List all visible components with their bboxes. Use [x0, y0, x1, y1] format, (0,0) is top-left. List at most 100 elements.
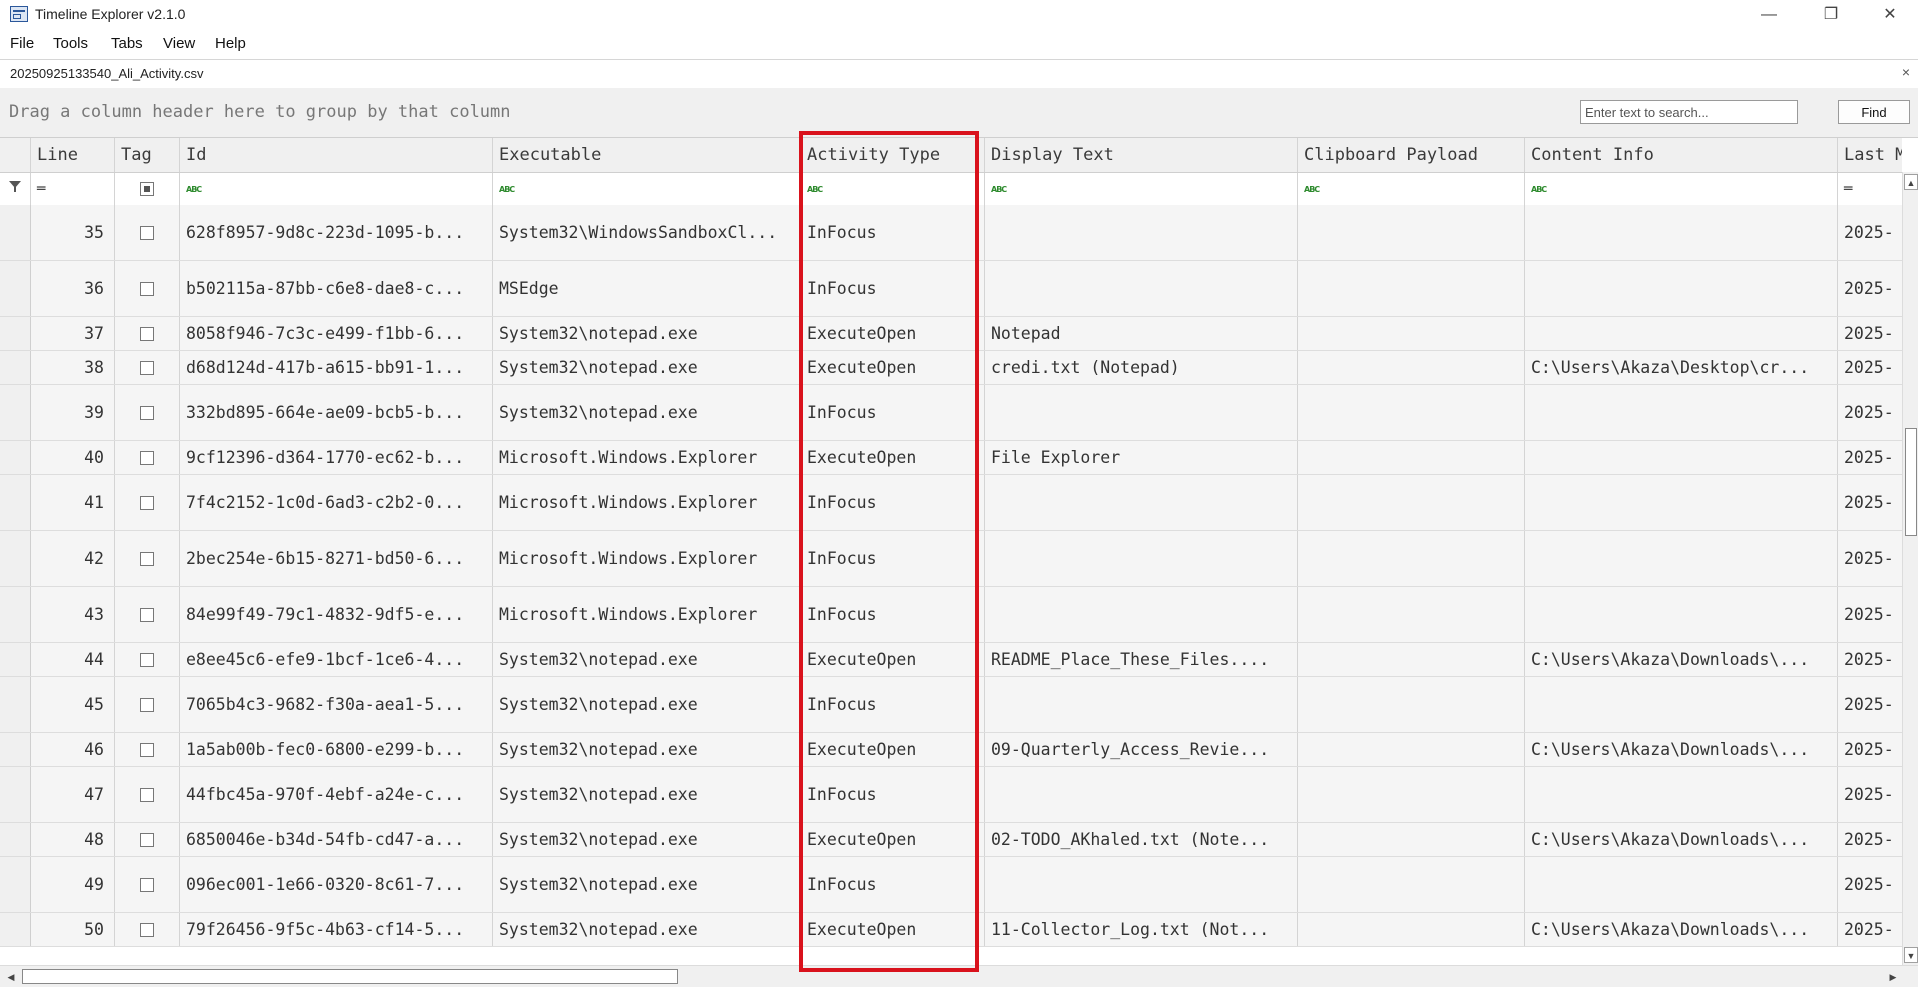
- row-indicator[interactable]: [0, 317, 31, 350]
- horizontal-scroll-thumb[interactable]: [22, 969, 678, 984]
- cell-clipboard-payload[interactable]: [1298, 677, 1525, 732]
- cell-tag[interactable]: [115, 351, 180, 384]
- cell-tag[interactable]: [115, 317, 180, 350]
- tag-checkbox[interactable]: [140, 787, 154, 802]
- filter-row-indicator[interactable]: [0, 173, 31, 205]
- table-row[interactable]: 48 6850046e-b34d-54fb-cd47-a... System32\n…: [0, 823, 1902, 857]
- cell-clipboard-payload[interactable]: [1298, 475, 1525, 530]
- cell-id[interactable]: 9cf12396-d364-1770-ec62-b...: [180, 441, 493, 474]
- cell-display-text[interactable]: [985, 261, 1298, 316]
- cell-activity-type[interactable]: InFocus: [801, 767, 985, 822]
- table-row[interactable]: 40 9cf12396-d364-1770-ec62-b... Microsoft.…: [0, 441, 1902, 475]
- cell-line[interactable]: 39: [31, 385, 115, 440]
- menu-file[interactable]: File: [10, 35, 34, 52]
- tag-checkbox[interactable]: [140, 225, 154, 240]
- cell-content-info[interactable]: C:\Users\Akaza\Downloads\...: [1525, 733, 1838, 766]
- cell-tag[interactable]: [115, 677, 180, 732]
- file-tab[interactable]: 20250925133540_Ali_Activity.csv: [10, 66, 203, 81]
- cell-content-info[interactable]: [1525, 205, 1838, 260]
- cell-line[interactable]: 45: [31, 677, 115, 732]
- cell-content-info[interactable]: C:\Users\Akaza\Downloads\...: [1525, 643, 1838, 676]
- scroll-up-icon[interactable]: ▲: [1904, 174, 1918, 190]
- cell-clipboard-payload[interactable]: [1298, 531, 1525, 586]
- cell-last-modified[interactable]: 2025-: [1838, 733, 1902, 766]
- cell-last-modified[interactable]: 2025-: [1838, 677, 1902, 732]
- cell-display-text[interactable]: credi.txt (Notepad): [985, 351, 1298, 384]
- table-row[interactable]: 36 b502115a-87bb-c6e8-dae8-c... MSEdge InFo…: [0, 261, 1902, 317]
- cell-tag[interactable]: [115, 857, 180, 912]
- cell-last-modified[interactable]: 2025-: [1838, 823, 1902, 856]
- cell-line[interactable]: 35: [31, 205, 115, 260]
- table-row[interactable]: 37 8058f946-7c3c-e499-f1bb-6... System32\n…: [0, 317, 1902, 351]
- row-indicator[interactable]: [0, 475, 31, 530]
- column-header-executable[interactable]: Executable: [493, 138, 801, 172]
- tag-checkbox[interactable]: [140, 360, 154, 375]
- cell-content-info[interactable]: [1525, 317, 1838, 350]
- cell-activity-type[interactable]: InFocus: [801, 587, 985, 642]
- cell-tag[interactable]: [115, 767, 180, 822]
- cell-last-modified[interactable]: 2025-: [1838, 857, 1902, 912]
- cell-id[interactable]: 7065b4c3-9682-f30a-aea1-5...: [180, 677, 493, 732]
- row-indicator[interactable]: [0, 733, 31, 766]
- scroll-right-icon[interactable]: ▶: [1886, 969, 1900, 985]
- cell-tag[interactable]: [115, 205, 180, 260]
- cell-clipboard-payload[interactable]: [1298, 823, 1525, 856]
- cell-activity-type[interactable]: InFocus: [801, 385, 985, 440]
- tag-checkbox[interactable]: [140, 652, 154, 667]
- scroll-down-icon[interactable]: ▼: [1904, 947, 1918, 963]
- table-row[interactable]: 49 096ec001-1e66-0320-8c61-7... System32\n…: [0, 857, 1902, 913]
- cell-activity-type[interactable]: InFocus: [801, 677, 985, 732]
- find-button[interactable]: Find: [1838, 100, 1910, 124]
- cell-display-text[interactable]: 09-Quarterly_Access_Revie...: [985, 733, 1298, 766]
- cell-last-modified[interactable]: 2025-: [1838, 317, 1902, 350]
- cell-tag[interactable]: [115, 475, 180, 530]
- column-header-content-info[interactable]: Content Info: [1525, 138, 1838, 172]
- cell-tag[interactable]: [115, 823, 180, 856]
- cell-id[interactable]: 2bec254e-6b15-8271-bd50-6...: [180, 531, 493, 586]
- column-header-tag[interactable]: Tag: [115, 138, 180, 172]
- filter-cell-last-modified[interactable]: ═: [1838, 173, 1902, 205]
- cell-last-modified[interactable]: 2025-: [1838, 385, 1902, 440]
- cell-content-info[interactable]: C:\Users\Akaza\Desktop\cr...: [1525, 351, 1838, 384]
- tab-close-icon[interactable]: ×: [1902, 64, 1910, 80]
- cell-clipboard-payload[interactable]: [1298, 205, 1525, 260]
- cell-executable[interactable]: Microsoft.Windows.Explorer: [493, 587, 801, 642]
- cell-line[interactable]: 42: [31, 531, 115, 586]
- cell-clipboard-payload[interactable]: [1298, 733, 1525, 766]
- cell-display-text[interactable]: File Explorer: [985, 441, 1298, 474]
- cell-line[interactable]: 37: [31, 317, 115, 350]
- menu-view[interactable]: View: [163, 35, 195, 52]
- table-row[interactable]: 39 332bd895-664e-ae09-bcb5-b... System32\n…: [0, 385, 1902, 441]
- cell-display-text[interactable]: [985, 531, 1298, 586]
- group-panel[interactable]: Drag a column header here to group by th…: [0, 88, 1918, 138]
- cell-line[interactable]: 36: [31, 261, 115, 316]
- cell-activity-type[interactable]: ExecuteOpen: [801, 351, 985, 384]
- cell-content-info[interactable]: C:\Users\Akaza\Downloads\...: [1525, 823, 1838, 856]
- row-indicator[interactable]: [0, 261, 31, 316]
- cell-line[interactable]: 44: [31, 643, 115, 676]
- cell-content-info[interactable]: [1525, 677, 1838, 732]
- cell-activity-type[interactable]: InFocus: [801, 475, 985, 530]
- cell-tag[interactable]: [115, 531, 180, 586]
- tag-checkbox[interactable]: [140, 551, 154, 566]
- cell-clipboard-payload[interactable]: [1298, 857, 1525, 912]
- row-indicator[interactable]: [0, 643, 31, 676]
- close-button[interactable]: ✕: [1862, 0, 1918, 30]
- cell-content-info[interactable]: [1525, 475, 1838, 530]
- cell-line[interactable]: 43: [31, 587, 115, 642]
- scroll-left-icon[interactable]: ◀: [4, 969, 18, 985]
- vertical-scroll-thumb[interactable]: [1905, 428, 1917, 536]
- cell-activity-type[interactable]: InFocus: [801, 857, 985, 912]
- cell-content-info[interactable]: C:\Users\Akaza\Downloads\...: [1525, 913, 1838, 946]
- cell-content-info[interactable]: [1525, 441, 1838, 474]
- cell-id[interactable]: b502115a-87bb-c6e8-dae8-c...: [180, 261, 493, 316]
- cell-display-text[interactable]: [985, 857, 1298, 912]
- cell-id[interactable]: 1a5ab00b-fec0-6800-e299-b...: [180, 733, 493, 766]
- cell-display-text[interactable]: [985, 677, 1298, 732]
- cell-line[interactable]: 49: [31, 857, 115, 912]
- cell-clipboard-payload[interactable]: [1298, 317, 1525, 350]
- cell-content-info[interactable]: [1525, 531, 1838, 586]
- cell-content-info[interactable]: [1525, 385, 1838, 440]
- cell-display-text[interactable]: [985, 767, 1298, 822]
- search-input[interactable]: [1580, 100, 1798, 124]
